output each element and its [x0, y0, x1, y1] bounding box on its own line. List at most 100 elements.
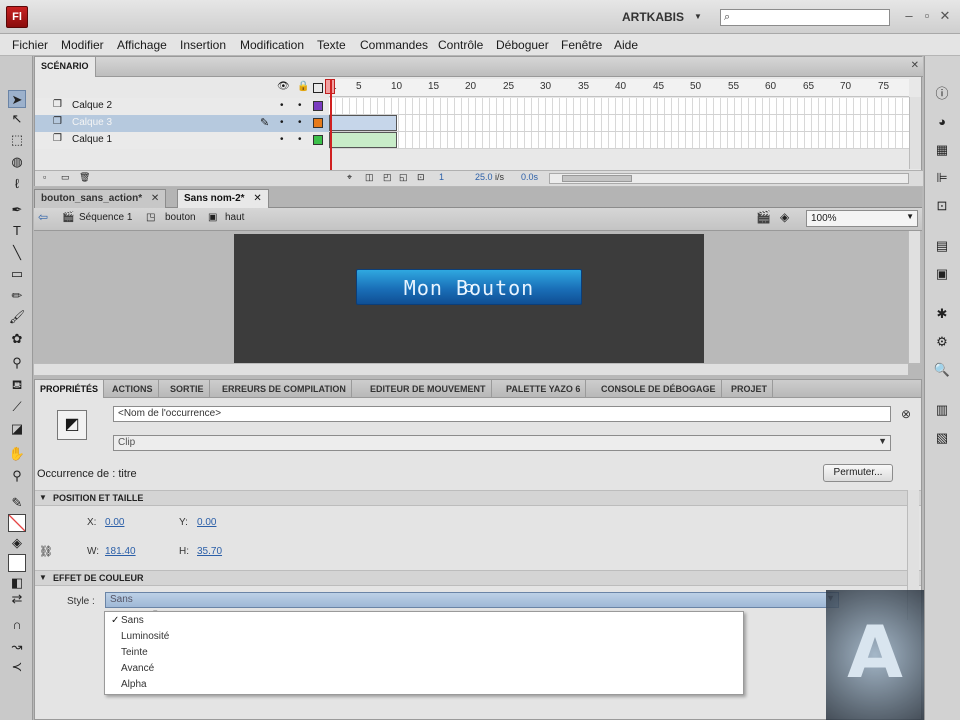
- playhead[interactable]: [330, 79, 332, 183]
- bone-tool-icon[interactable]: ⚲: [8, 354, 26, 372]
- swap-button[interactable]: Permuter...: [823, 464, 893, 482]
- snap-magnet-icon[interactable]: ∩: [8, 616, 26, 634]
- menu-aide[interactable]: Aide: [614, 38, 638, 52]
- tab-actions[interactable]: ACTIONS: [107, 380, 159, 398]
- swatches-icon[interactable]: ▦: [932, 140, 952, 160]
- collapse-arrow-icon[interactable]: ▼: [39, 493, 47, 502]
- instance-name-field[interactable]: <Nom de l'occurrence>: [113, 406, 891, 422]
- transform-icon[interactable]: ⊡: [932, 196, 952, 216]
- lock-dot[interactable]: •: [298, 134, 302, 145]
- layer-color-swatch[interactable]: [313, 118, 323, 128]
- stage[interactable]: Mon Bouton: [234, 234, 704, 364]
- lock-dot[interactable]: •: [298, 117, 302, 128]
- back-arrow-icon[interactable]: ⇦: [38, 210, 48, 224]
- pencil-tool-icon[interactable]: ✏: [8, 287, 26, 305]
- section-position-size[interactable]: ▼ POSITION ET TAILLE: [35, 490, 921, 506]
- edit-scene-icon[interactable]: 🎬: [756, 210, 771, 224]
- motion-presets-icon[interactable]: ✱: [932, 304, 952, 324]
- breadcrumb-scene[interactable]: Séquence 1: [79, 212, 132, 223]
- scroll-thumb[interactable]: [562, 175, 632, 182]
- chevron-down-icon[interactable]: ▼: [694, 12, 702, 21]
- onion-markers-icon[interactable]: ⊡: [417, 172, 425, 183]
- menu-insertion[interactable]: Insertion: [180, 38, 226, 52]
- layer-row[interactable]: ❐ Calque 2 • •: [35, 98, 329, 115]
- menu-modifier[interactable]: Modifier: [61, 38, 104, 52]
- workspace-switcher[interactable]: ARTKABIS: [622, 10, 684, 24]
- option-alpha[interactable]: Alpha: [121, 679, 147, 690]
- help-circle-icon[interactable]: ⊗: [901, 407, 911, 421]
- lasso-tool-icon[interactable]: ℓ: [8, 175, 26, 193]
- movie-explorer-icon[interactable]: 🔍: [932, 360, 952, 380]
- onion-outline-icon[interactable]: ◰: [383, 172, 392, 183]
- free-transform-tool-icon[interactable]: ⬚: [8, 131, 26, 149]
- hand-tool-icon[interactable]: ✋: [8, 445, 26, 463]
- edit-symbol-icon[interactable]: ◈: [780, 210, 789, 224]
- layer-row[interactable]: ❐ Calque 1 • •: [35, 132, 329, 149]
- menu-deboguer[interactable]: Déboguer: [496, 38, 549, 52]
- swap-colors-icon[interactable]: ⇄: [8, 590, 26, 608]
- zoom-select[interactable]: 100% ▼: [806, 210, 918, 227]
- delete-layer-icon[interactable]: 🗑: [79, 172, 90, 183]
- layer-color-swatch[interactable]: [313, 101, 323, 111]
- subselection-tool-icon[interactable]: ↖: [8, 110, 26, 128]
- selection-tool-icon[interactable]: ➤: [8, 90, 26, 108]
- collapse-arrow-icon[interactable]: ▼: [39, 573, 47, 582]
- menu-fenetre[interactable]: Fenêtre: [561, 38, 602, 52]
- tab-editeur-mouvement[interactable]: EDITEUR DE MOUVEMENT: [365, 380, 492, 398]
- tab-proprietes[interactable]: PROPRIÉTÉS: [35, 380, 105, 398]
- tab-palette-yazo[interactable]: PALETTE YAZO 6: [501, 380, 587, 398]
- fill-color-swatch[interactable]: [8, 554, 26, 572]
- onion-skin-icon[interactable]: ◫: [365, 172, 374, 183]
- tab-scenario[interactable]: SCÉNARIO: [35, 57, 96, 77]
- panel-menu-icon[interactable]: ✕: [911, 60, 919, 71]
- stroke-color-swatch[interactable]: [8, 514, 26, 532]
- library-icon[interactable]: ▤: [932, 236, 952, 256]
- visibility-dot[interactable]: •: [280, 134, 284, 145]
- color-style-select[interactable]: Sans ▼: [105, 592, 839, 608]
- new-layer-icon[interactable]: ▫: [43, 172, 46, 182]
- y-value[interactable]: 0.00: [197, 517, 216, 528]
- straighten-icon[interactable]: ≺: [8, 658, 26, 676]
- mon-bouton-symbol[interactable]: Mon Bouton: [356, 269, 582, 305]
- tab-sans-nom-2[interactable]: Sans nom-2* ✕: [177, 189, 269, 208]
- close-button[interactable]: ✕: [936, 7, 954, 25]
- chevron-down-icon[interactable]: ▼: [906, 212, 914, 221]
- chevron-down-icon[interactable]: ▼: [878, 436, 887, 446]
- outline-icon[interactable]: [313, 83, 323, 93]
- frame-span[interactable]: [329, 132, 397, 148]
- elapsed-time[interactable]: 0.0s: [521, 172, 538, 182]
- brush-tool-icon[interactable]: 🖌: [8, 308, 26, 326]
- visibility-dot[interactable]: •: [280, 117, 284, 128]
- stage-v-scrollbar[interactable]: [908, 231, 920, 363]
- menu-fichier[interactable]: Fichier: [12, 38, 48, 52]
- layer-frames[interactable]: [329, 132, 909, 149]
- new-folder-icon[interactable]: ▭: [61, 172, 70, 183]
- breadcrumb-haut[interactable]: haut: [225, 212, 244, 223]
- 3d-rotation-tool-icon[interactable]: ◍: [8, 153, 26, 171]
- layer-color-swatch[interactable]: [313, 135, 323, 145]
- option-avance[interactable]: Avancé: [121, 663, 154, 674]
- smooth-icon[interactable]: ↝: [8, 638, 26, 656]
- code-snippets-icon[interactable]: ⚙: [932, 332, 952, 352]
- frame-span[interactable]: [329, 115, 397, 131]
- breadcrumb-bouton[interactable]: bouton: [165, 212, 196, 223]
- instance-type-select[interactable]: Clip ▼: [113, 435, 891, 451]
- tab-sortie[interactable]: SORTIE: [165, 380, 210, 398]
- w-value[interactable]: 181.40: [105, 546, 136, 557]
- help-search-input[interactable]: ⌕: [720, 9, 890, 26]
- lock-icon[interactable]: 🔒: [297, 81, 309, 92]
- section-color-effect[interactable]: ▼ EFFET DE COULEUR: [35, 570, 921, 586]
- components-icon[interactable]: ▣: [932, 264, 952, 284]
- eraser-tool-icon[interactable]: ◪: [8, 420, 26, 438]
- line-tool-icon[interactable]: ╲: [8, 244, 26, 262]
- rectangle-tool-icon[interactable]: ▭: [8, 265, 26, 283]
- frame-ruler[interactable]: 1 5 10 15 20 25 30 35 40 45 50 55 60 65 …: [329, 79, 909, 97]
- fill-color-icon[interactable]: ◈: [8, 534, 26, 552]
- visibility-dot[interactable]: •: [280, 100, 284, 111]
- layer-row[interactable]: ❐ Calque 3 ✎ • •: [35, 115, 329, 132]
- tab-projet[interactable]: PROJET: [726, 380, 774, 398]
- menu-affichage[interactable]: Affichage: [117, 38, 167, 52]
- eyedropper-tool-icon[interactable]: ⟋: [8, 398, 26, 416]
- option-teinte[interactable]: Teinte: [121, 647, 148, 658]
- pen-tool-icon[interactable]: ✒: [8, 201, 26, 219]
